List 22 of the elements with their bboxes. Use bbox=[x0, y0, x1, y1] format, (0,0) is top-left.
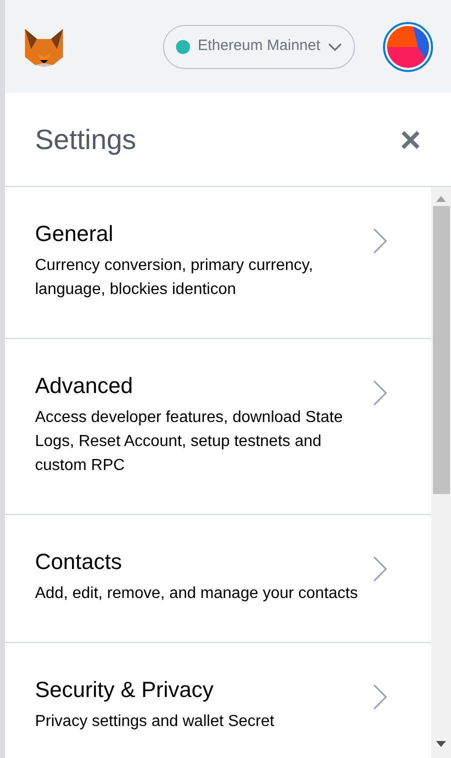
item-description: Currency conversion, primary currency, language, blockies identicon bbox=[35, 256, 314, 300]
scrollbar-thumb[interactable] bbox=[432, 206, 450, 494]
item-title: Advanced bbox=[35, 372, 134, 400]
scrollbar[interactable] bbox=[431, 187, 451, 758]
network-selector[interactable]: Ethereum Mainnet bbox=[162, 24, 356, 68]
item-description: Add, edit, remove, and manage your contacts bbox=[35, 584, 359, 604]
chevron-right-icon bbox=[373, 684, 387, 710]
item-title: Contacts bbox=[35, 548, 123, 576]
item-description: Access developer features, download State Logs, Reset Account, setup testnets and custom RPC bbox=[35, 408, 344, 476]
close-button[interactable]: × bbox=[400, 122, 421, 158]
chevron-down-icon bbox=[328, 42, 342, 52]
settings-title: Settings bbox=[35, 122, 136, 157]
chevron-right-icon bbox=[373, 556, 387, 582]
item-description: Privacy settings and wallet Secret bbox=[35, 712, 276, 732]
item-title: General bbox=[35, 220, 114, 248]
scroll-up-icon[interactable] bbox=[436, 196, 446, 202]
scroll-down-icon[interactable] bbox=[436, 741, 446, 747]
chevron-right-icon bbox=[373, 380, 387, 406]
item-title: Security & Privacy bbox=[35, 676, 214, 704]
chevron-right-icon bbox=[373, 228, 387, 254]
account-avatar[interactable] bbox=[383, 22, 433, 72]
fox-logo-icon bbox=[23, 26, 65, 66]
